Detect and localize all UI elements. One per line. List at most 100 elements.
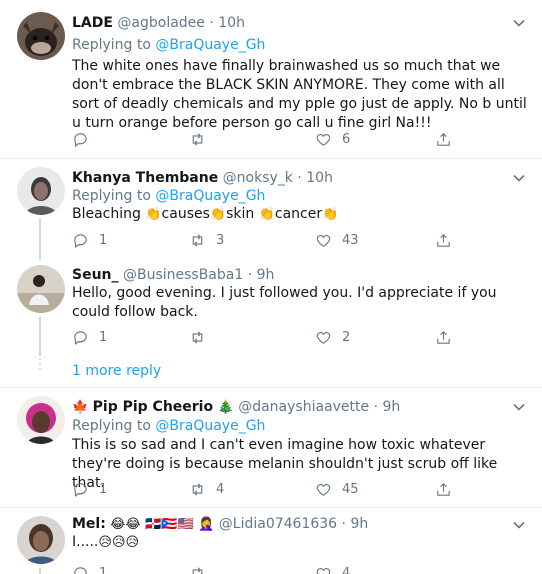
share-icon: [437, 482, 450, 496]
clap-emoji: 👏: [322, 207, 339, 222]
retweet-icon: [192, 566, 203, 574]
share-button[interactable]: [435, 129, 452, 149]
tweet-pip[interactable]: 🍁 Pip Pip Cheerio 🎄 @danayshiaavette · 9…: [0, 388, 542, 507]
maple-leaf-emoji: 🍁: [72, 400, 89, 415]
thread-line: [39, 317, 41, 356]
christmas-tree-emoji: 🎄: [217, 400, 234, 415]
timestamp[interactable]: 10h: [218, 15, 245, 31]
chevron-down-icon[interactable]: [512, 518, 526, 532]
like-count: 45: [342, 481, 359, 497]
reply-count: 1: [99, 565, 108, 574]
timestamp[interactable]: 9h: [257, 267, 275, 283]
thread-line: [39, 568, 41, 574]
reply-icon: [74, 330, 87, 345]
like-button[interactable]: 2: [315, 327, 350, 347]
mention-link[interactable]: @BraQuaye_Gh: [155, 188, 265, 204]
timestamp[interactable]: 9h: [350, 516, 368, 532]
display-name[interactable]: Seun_: [72, 267, 119, 283]
tweet-mel[interactable]: Mel: 😂😂 🇩🇴🇵🇷🇺🇸 🤦‍♀️ @Lidia07461636 · 9h …: [0, 508, 542, 574]
more-replies-row[interactable]: 1 more reply: [0, 356, 542, 386]
clap-emoji: 👏: [145, 207, 162, 222]
avatar-lade[interactable]: [17, 12, 65, 60]
share-button[interactable]: [435, 479, 452, 499]
share-icon: [437, 330, 450, 344]
chevron-down-icon[interactable]: [512, 171, 526, 185]
tweet-text: Hello, good evening. I just followed you…: [72, 285, 497, 320]
display-name[interactable]: Khanya Thembane: [72, 170, 218, 186]
tweet-khanya[interactable]: Khanya Thembane @noksy_k · 10h Replying …: [0, 159, 542, 260]
retweet-button[interactable]: [189, 327, 216, 347]
thread-dots: [39, 358, 41, 373]
like-count: 2: [342, 329, 351, 345]
display-name[interactable]: LADE: [72, 15, 113, 31]
like-icon: [316, 234, 331, 247]
tweet-lade[interactable]: LADE @agboladee · 10h Replying to @BraQu…: [0, 0, 542, 159]
reply-button[interactable]: 1: [72, 563, 107, 574]
tweet-text: The white ones have finally brainwashed …: [72, 58, 527, 131]
reply-icon: [74, 132, 87, 147]
retweet-button[interactable]: [189, 563, 216, 574]
user-handle[interactable]: @danayshiaavette: [238, 399, 369, 415]
tweet-header: 🍁 Pip Pip Cheerio 🎄 @danayshiaavette · 9…: [72, 399, 401, 415]
woman-emoji: 🤦‍♀️: [198, 517, 215, 532]
tweet-header: LADE @agboladee · 10h: [72, 15, 245, 31]
laughing-emoji: 😂😂: [110, 517, 141, 532]
user-handle[interactable]: @noksy_k: [223, 170, 293, 186]
user-handle[interactable]: @BusinessBaba1: [123, 267, 243, 283]
clap-emoji: 👏: [209, 207, 227, 222]
share-icon: [437, 233, 450, 247]
display-name[interactable]: Mel:: [72, 516, 106, 532]
show-more-replies-link[interactable]: 1 more reply: [72, 362, 161, 380]
retweet-icon: [192, 482, 203, 496]
like-button[interactable]: 43: [315, 230, 359, 250]
like-button[interactable]: 6: [315, 129, 350, 149]
avatar-mel[interactable]: [17, 516, 65, 564]
display-name[interactable]: Pip Pip Cheerio: [93, 399, 213, 415]
retweet-icon: [192, 330, 203, 344]
like-button[interactable]: 45: [315, 479, 359, 499]
like-icon: [316, 133, 331, 146]
crying-emoji: 😥😥😥: [98, 535, 140, 550]
timestamp[interactable]: 9h: [382, 399, 400, 415]
avatar-seun[interactable]: [17, 265, 65, 313]
mention-link[interactable]: @BraQuaye_Gh: [155, 418, 265, 434]
like-icon: [316, 331, 331, 344]
tweet-actions: 1 3 43: [72, 230, 472, 250]
tweet-actions: 1 4 45: [72, 479, 472, 499]
timestamp[interactable]: 10h: [306, 170, 333, 186]
like-button[interactable]: 4: [315, 563, 350, 574]
replying-to: Replying to @BraQuaye_Gh: [72, 188, 266, 204]
retweet-button[interactable]: 4: [189, 479, 224, 499]
reply-count: 1: [99, 232, 108, 248]
chevron-down-icon[interactable]: [512, 16, 526, 30]
user-handle[interactable]: @agboladee: [117, 15, 205, 31]
replying-to: Replying to @BraQuaye_Gh: [72, 418, 266, 434]
reply-button[interactable]: 1: [72, 479, 107, 499]
like-icon: [316, 567, 331, 574]
like-count: 4: [342, 565, 351, 574]
reply-button[interactable]: [72, 129, 99, 149]
share-button[interactable]: [435, 327, 452, 347]
clap-emoji: 👏: [258, 207, 275, 222]
user-handle[interactable]: @Lidia07461636: [219, 516, 337, 532]
reply-button[interactable]: 1: [72, 230, 107, 250]
retweet-button[interactable]: 3: [189, 230, 224, 250]
tweet-actions: 6: [72, 129, 472, 149]
like-count: 43: [342, 232, 359, 248]
chevron-down-icon[interactable]: [512, 400, 526, 414]
retweet-count: 3: [216, 232, 225, 248]
mention-link[interactable]: @BraQuaye_Gh: [155, 37, 265, 53]
avatar-khanya[interactable]: [17, 167, 65, 215]
reply-button[interactable]: 1: [72, 327, 107, 347]
share-button[interactable]: [435, 230, 452, 250]
reply-count: 1: [99, 329, 108, 345]
retweet-button[interactable]: [189, 129, 216, 149]
retweet-icon: [192, 233, 203, 247]
avatar-pip[interactable]: [17, 396, 65, 444]
tweet-seun[interactable]: Seun_ @BusinessBaba1 · 9h Hello, good ev…: [0, 260, 542, 356]
tweet-text: I.....😥😥😥: [72, 534, 140, 550]
thread-line: [39, 219, 41, 260]
retweet-icon: [192, 132, 203, 146]
reply-icon: [74, 482, 87, 497]
tweet-header: Mel: 😂😂 🇩🇴🇵🇷🇺🇸 🤦‍♀️ @Lidia07461636 · 9h: [72, 516, 369, 532]
